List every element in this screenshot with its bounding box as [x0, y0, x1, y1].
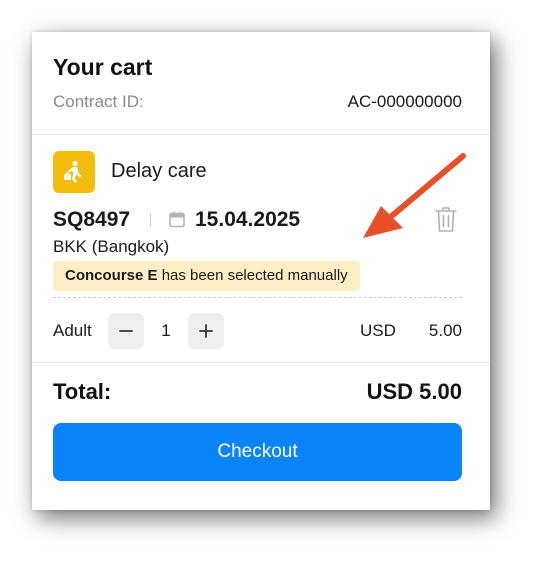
cart-panel: Your cart Contract ID: AC-000000000 Dela… — [32, 32, 490, 510]
cart-header: Your cart Contract ID: AC-000000000 — [32, 32, 490, 135]
dashed-divider — [53, 297, 462, 298]
flight-number: SQ8497 — [53, 208, 131, 231]
minus-icon — [119, 330, 133, 332]
divider — [150, 213, 151, 227]
total-label: Total: — [53, 379, 112, 404]
price-amount: 5.00 — [428, 321, 462, 340]
increase-quantity-button[interactable] — [188, 313, 224, 349]
quantity-value: 1 — [161, 321, 171, 340]
total-divider — [32, 362, 490, 363]
airport-label: BKK (Bangkok) — [53, 237, 170, 256]
concourse-notice-badge: Concourse E has been selected manually — [53, 261, 360, 291]
total-value: USD 5.00 — [366, 379, 462, 404]
price-currency: USD — [360, 321, 396, 340]
passenger-type-label: Adult — [53, 321, 92, 340]
cart-title: Your cart — [53, 54, 153, 80]
decrease-quantity-button[interactable] — [108, 313, 144, 349]
annotation-arrow-icon — [363, 153, 466, 238]
notice-text: has been selected manually — [157, 267, 348, 284]
checkout-button[interactable]: Checkout — [53, 423, 462, 481]
notice-concourse: Concourse E — [65, 267, 158, 284]
person-with-suitcase-icon — [53, 151, 95, 193]
plus-icon — [199, 324, 213, 338]
flight-date: 15.04.2025 — [195, 208, 301, 231]
contract-id-value: AC-000000000 — [347, 92, 462, 111]
person-with-suitcase-glyph — [64, 160, 82, 183]
service-name: Delay care — [111, 160, 207, 182]
calendar-icon — [169, 211, 185, 228]
contract-id-label: Contract ID: — [53, 92, 144, 111]
